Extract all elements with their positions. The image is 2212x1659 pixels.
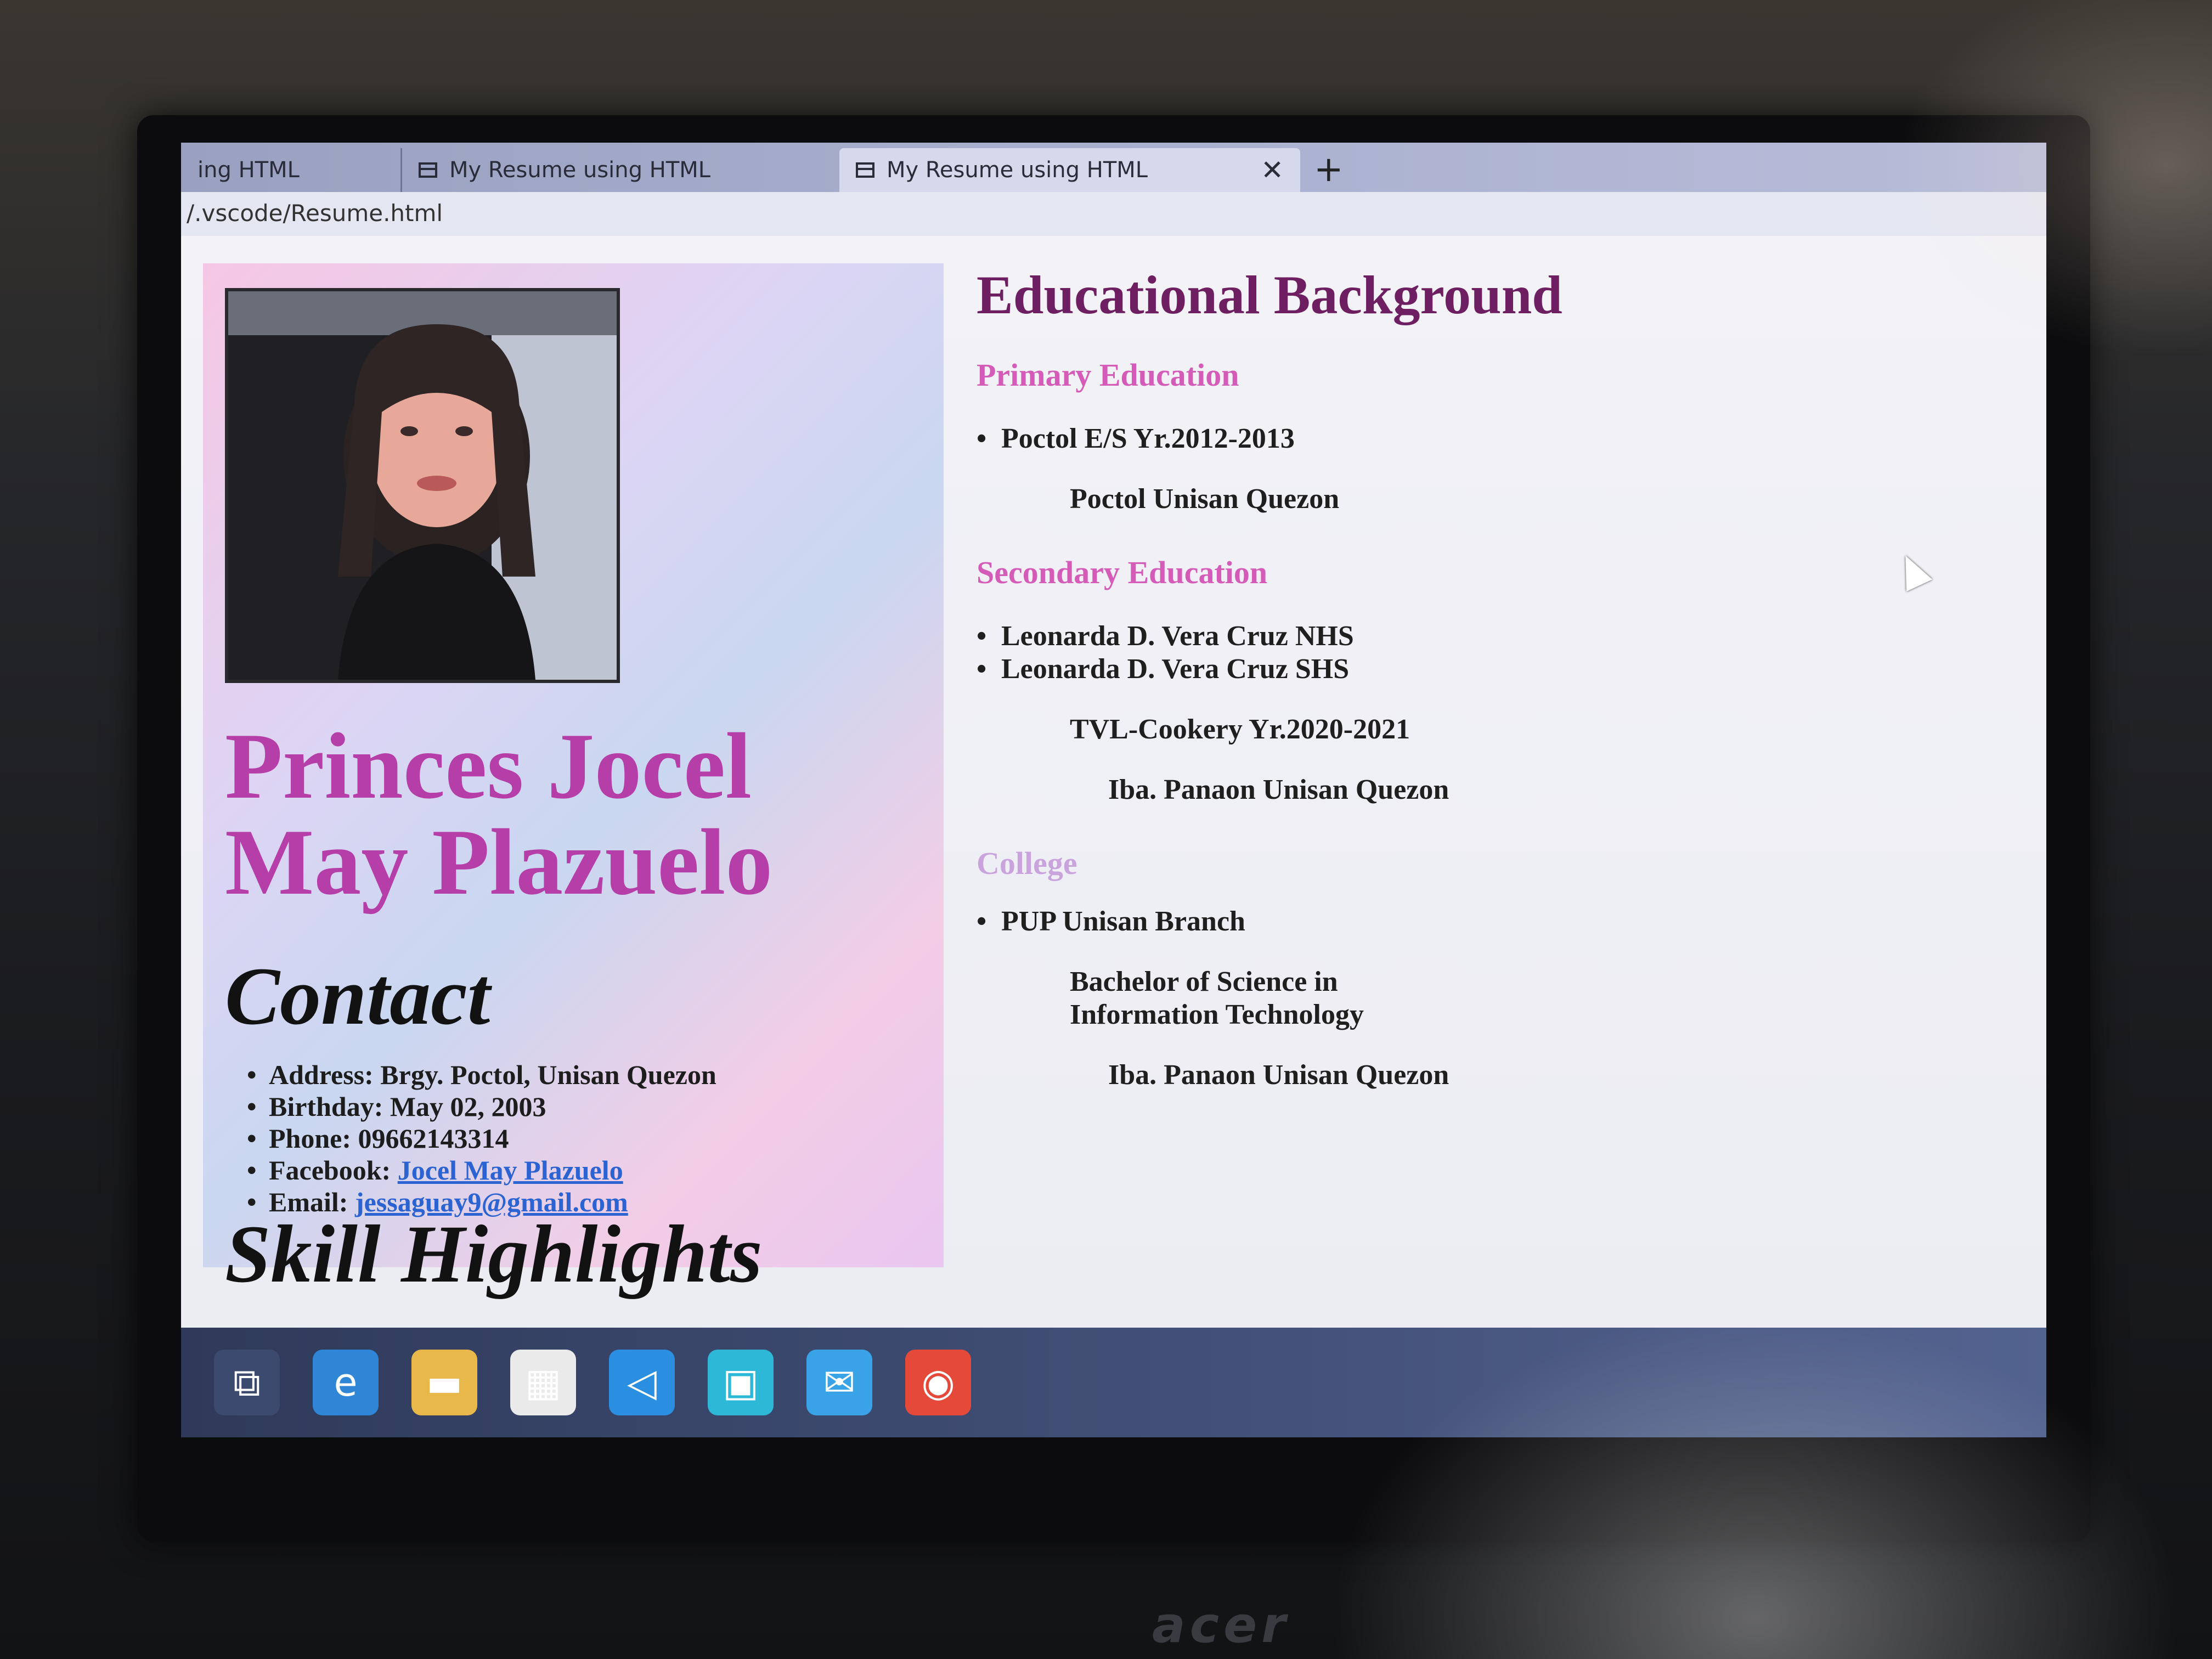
monitor-screen: ing HTML My Resume using HTML My Resume …	[181, 143, 2046, 1437]
secondary-school-1: Leonarda D. Vera Cruz NHS	[977, 620, 1354, 652]
primary-school: Poctol E/S Yr.2012-2013	[977, 422, 1295, 455]
vscode-icon[interactable]: ◁	[609, 1350, 675, 1415]
page-icon	[419, 162, 437, 178]
college-label: College	[977, 845, 1077, 881]
browser-tab-bar: ing HTML My Resume using HTML My Resume …	[181, 143, 2046, 192]
facebook-link[interactable]: Jocel May Plazuelo	[398, 1155, 623, 1186]
profile-photo	[225, 288, 620, 683]
education-column: Educational Background Primary Education…	[977, 263, 2019, 1306]
resume-name: Princes Jocel May Plazuelo	[225, 718, 772, 911]
facebook-label: Facebook:	[269, 1155, 398, 1186]
name-line-1: Princes Jocel	[225, 714, 752, 819]
monitor-brand-logo: acer	[1152, 1596, 1290, 1654]
contact-facebook: Facebook: Jocel May Plazuelo	[247, 1154, 716, 1186]
app-icon[interactable]: ▣	[708, 1350, 774, 1415]
college-course-1: Bachelor of Science in	[1070, 966, 1338, 997]
college-course-2: Information Technology	[1070, 999, 1364, 1030]
url-text[interactable]: /.vscode/Resume.html	[187, 200, 443, 227]
skill-highlights-heading: Skill Highlights	[225, 1209, 763, 1300]
browser-tab-partial[interactable]: ing HTML	[181, 148, 390, 192]
secondary-education-label: Secondary Education	[977, 555, 1268, 590]
edge-icon[interactable]: e	[313, 1350, 379, 1415]
browser-tab-resume-active[interactable]: My Resume using HTML ✕	[839, 148, 1300, 192]
college-school: PUP Unisan Branch	[977, 905, 1245, 938]
new-tab-button[interactable]: +	[1314, 149, 1344, 190]
primary-education-label: Primary Education	[977, 357, 1239, 393]
contact-list: Address: Brgy. Poctol, Unisan Quezon Bir…	[247, 1059, 716, 1218]
address-bar[interactable]: /.vscode/Resume.html	[181, 192, 2046, 237]
page-icon	[856, 162, 874, 178]
secondary-school-2: Leonarda D. Vera Cruz SHS	[977, 653, 1349, 685]
task-view-icon[interactable]: ⧉	[214, 1350, 280, 1415]
file-explorer-icon[interactable]: ▬	[411, 1350, 477, 1415]
store-icon[interactable]: ▦	[510, 1350, 576, 1415]
tab-label: My Resume using HTML	[449, 157, 711, 183]
chrome-icon[interactable]: ◉	[905, 1350, 971, 1415]
contact-heading: Contact	[225, 951, 490, 1042]
name-line-2: May Plazuelo	[225, 810, 773, 915]
tab-label: My Resume using HTML	[887, 157, 1148, 183]
browser-tab-resume-1[interactable]: My Resume using HTML	[400, 148, 828, 192]
primary-location: Poctol Unisan Quezon	[1070, 483, 1340, 515]
college-location: Iba. Panaon Unisan Quezon	[1108, 1059, 1449, 1091]
education-heading: Educational Background	[977, 264, 1562, 325]
contact-phone: Phone: 09662143314	[247, 1122, 716, 1154]
resume-page: Princes Jocel May Plazuelo Contact Addre…	[181, 236, 2046, 1328]
secondary-strand: TVL-Cookery Yr.2020-2021	[1070, 714, 1410, 745]
taskbar: ⧉ e ▬ ▦ ◁ ▣ ✉ ◉	[181, 1328, 2046, 1437]
contact-address: Address: Brgy. Poctol, Unisan Quezon	[247, 1059, 716, 1091]
resume-left-panel: Princes Jocel May Plazuelo Contact Addre…	[203, 263, 944, 1300]
mouse-cursor	[1892, 549, 1933, 592]
tab-label: ing HTML	[198, 157, 300, 183]
mail-icon[interactable]: ✉	[806, 1350, 872, 1415]
close-icon[interactable]: ✕	[1261, 154, 1284, 186]
secondary-location: Iba. Panaon Unisan Quezon	[1108, 774, 1449, 805]
contact-birthday: Birthday: May 02, 2003	[247, 1091, 716, 1122]
